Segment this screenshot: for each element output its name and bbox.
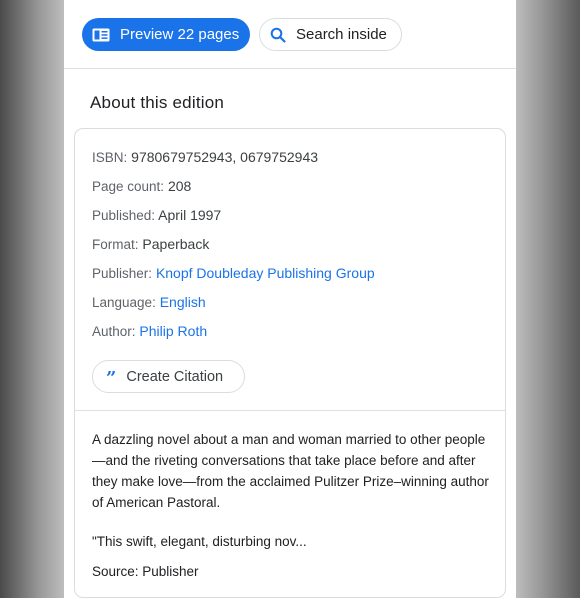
book-preview-icon [92, 28, 110, 42]
format-label: Format: [92, 237, 139, 252]
format-value: Paperback [142, 236, 210, 252]
description-source: Source: Publisher [92, 564, 199, 579]
page-count-label: Page count: [92, 179, 165, 194]
published-label: Published: [92, 208, 156, 223]
author-label: Author: [92, 324, 136, 339]
book-details-panel: Preview 22 pages Search inside About thi… [64, 0, 516, 598]
section-title: About this edition [90, 93, 225, 112]
isbn-value: 9780679752943, 0679752943 [131, 149, 319, 165]
published-value: April 1997 [158, 207, 222, 223]
create-citation-label: Create Citation [126, 368, 224, 385]
divider [64, 68, 516, 69]
create-citation-button[interactable]: ” Create Citation [92, 360, 245, 393]
preview-pages-label: Preview 22 pages [120, 26, 240, 43]
book-description: A dazzling novel about a man and woman m… [92, 432, 489, 510]
publisher-label: Publisher: [92, 266, 153, 281]
search-inside-label: Search inside [296, 26, 387, 43]
language-link[interactable]: English [160, 294, 206, 310]
search-icon [270, 27, 286, 43]
card-divider [75, 410, 505, 411]
search-inside-button[interactable]: Search inside [259, 18, 402, 51]
isbn-row: ISBN: 9780679752943, 0679752943 [92, 149, 318, 165]
edition-card: ISBN: 9780679752943, 0679752943 Page cou… [74, 128, 506, 598]
author-row: Author: Philip Roth [92, 323, 207, 339]
published-row: Published: April 1997 [92, 207, 221, 223]
language-label: Language: [92, 295, 156, 310]
format-row: Format: Paperback [92, 236, 209, 252]
quote-icon: ” [106, 367, 117, 389]
review-quote: "This swift, elegant, disturbing nov... [92, 534, 307, 549]
page-count-row: Page count: 208 [92, 178, 191, 194]
isbn-label: ISBN: [92, 150, 128, 165]
author-link[interactable]: Philip Roth [139, 323, 207, 339]
preview-pages-button[interactable]: Preview 22 pages [82, 18, 250, 51]
language-row: Language: English [92, 294, 206, 310]
publisher-link[interactable]: Knopf Doubleday Publishing Group [156, 265, 375, 281]
page-count-value: 208 [167, 178, 192, 194]
publisher-row: Publisher: Knopf Doubleday Publishing Gr… [92, 265, 375, 281]
